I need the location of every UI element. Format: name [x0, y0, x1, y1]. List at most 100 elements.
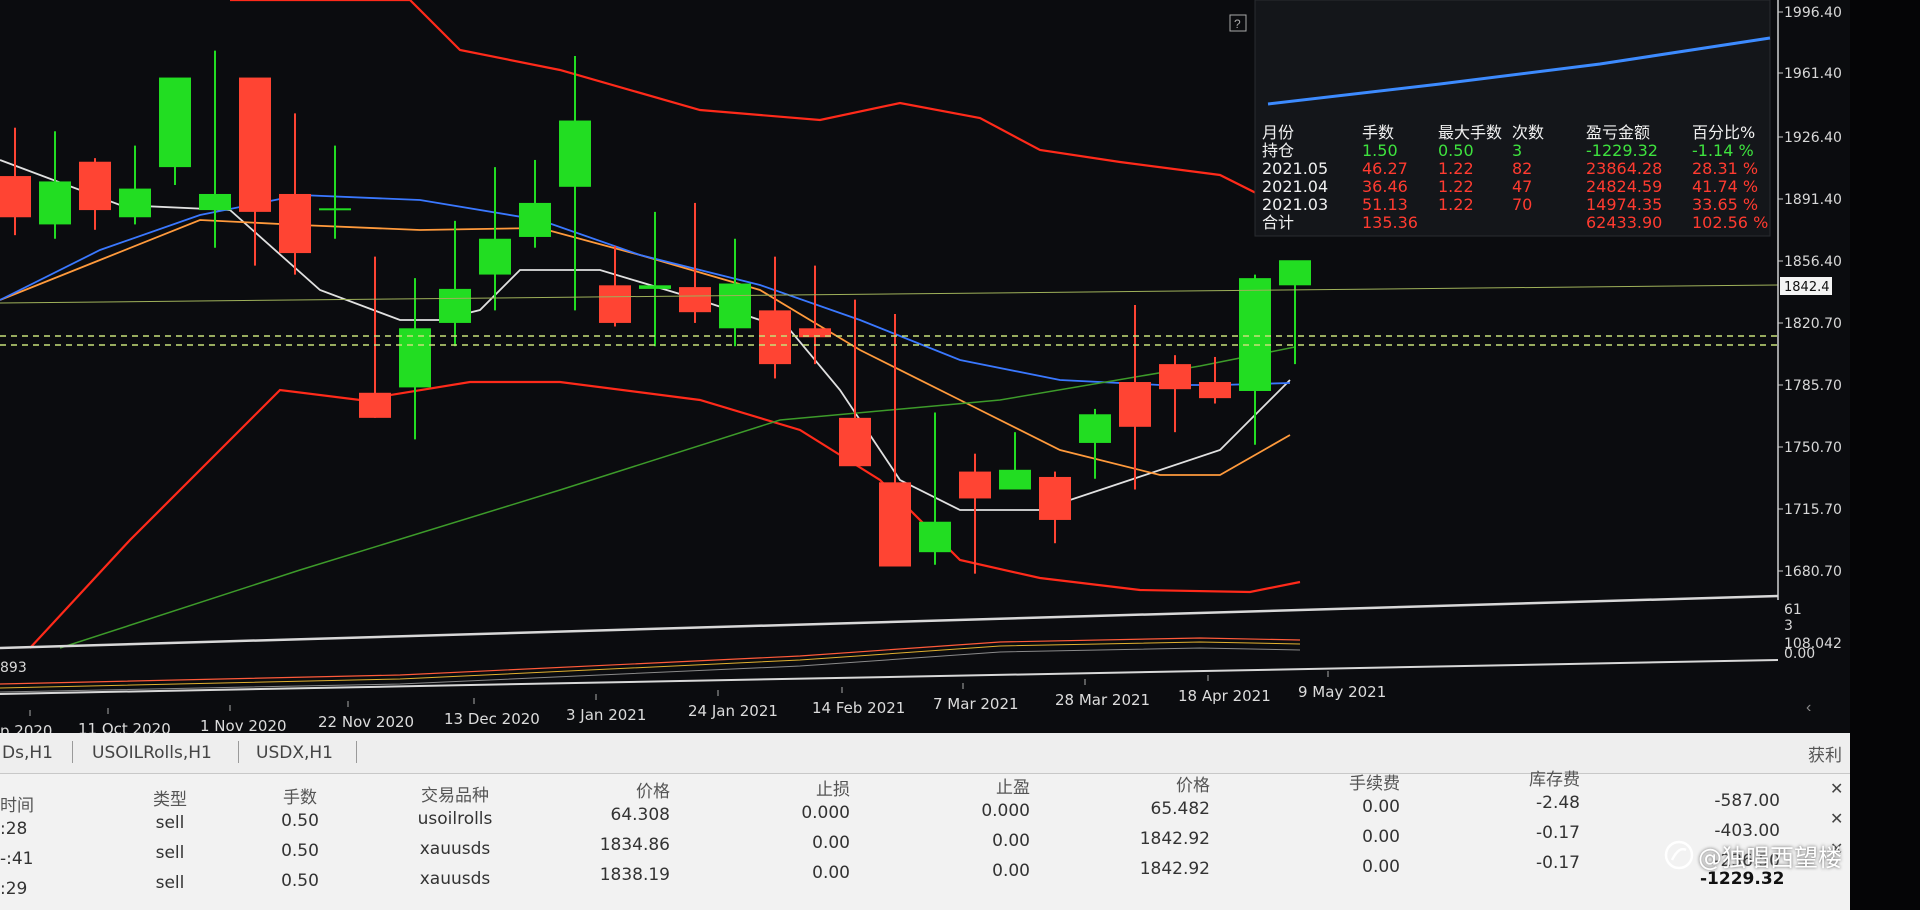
candle-body	[839, 417, 871, 467]
trade-cell-price2: 1842.92	[1139, 859, 1210, 879]
candle-body	[879, 482, 911, 567]
close-position-icon[interactable]: ✕	[1830, 779, 1843, 799]
trade-cell-lots: 0.50	[281, 871, 319, 891]
tab-xauusds[interactable]: Ds,H1	[2, 743, 53, 763]
trade-terminal[interactable]: Ds,H1 USOILRolls,H1 USDX,H1 获利 时间 类型 手数 交易品…	[0, 733, 1850, 910]
stats-header: 次数	[1512, 123, 1544, 142]
tab-usoilrolls[interactable]: USOILRolls,H1	[92, 743, 212, 763]
stats-cell: 33.65 %	[1692, 195, 1758, 214]
header-type[interactable]: 类型	[140, 785, 200, 810]
x-tick-label: 18 Apr 2021	[1178, 687, 1271, 705]
close-position-icon[interactable]: ✕	[1830, 809, 1843, 829]
header-profit[interactable]: 获利	[1808, 741, 1842, 766]
candle-body	[39, 181, 71, 225]
stats-header: 月份	[1262, 123, 1294, 142]
trade-cell-symbol: usoilrolls	[417, 809, 493, 829]
x-tick-label: 13 Dec 2020	[444, 710, 540, 728]
candle-body	[0, 176, 31, 218]
sub-axis-61: 61	[1784, 602, 1802, 618]
stats-cell: 36.46	[1362, 177, 1408, 196]
header-commission[interactable]: 手续费	[1290, 769, 1400, 794]
trade-cell-tp: 0.000	[981, 801, 1030, 821]
stats-cell: 51.13	[1362, 195, 1408, 214]
header-symbol[interactable]: 交易品种	[390, 781, 520, 806]
trade-cell-lots: 0.50	[281, 841, 319, 861]
trade-cell-commission: 0.00	[1362, 857, 1400, 877]
trade-cell-symbol: xauusds	[419, 839, 491, 859]
trade-cell-price: 64.308	[610, 805, 670, 825]
x-tick-label: 1 Nov 2020	[200, 717, 287, 733]
candle-body	[199, 193, 231, 211]
header-lots[interactable]: 手数	[270, 783, 330, 808]
statistics-panel: 月份 手数 最大手数 次数 盈亏金额 百分比% 持仓 1.50 0.50 3 -1229.32 -1.…	[1254, 0, 1771, 237]
trade-cell-price: 1838.19	[599, 865, 670, 885]
trade-cell-tp: 0.00	[992, 831, 1030, 851]
stats-header: 盈亏金额	[1586, 123, 1650, 142]
stats-cell: 1.50	[1362, 141, 1398, 160]
price-chart[interactable]: 1996.40 1961.40 1926.40 1891.40 1856.40 1820.…	[0, 0, 1920, 733]
trade-cell-time: -:41	[0, 849, 34, 869]
trade-cell-type: sell	[155, 873, 185, 893]
header-sl[interactable]: 止损	[740, 775, 850, 800]
header-tp[interactable]: 止盈	[920, 773, 1030, 798]
candle-body	[759, 310, 791, 365]
trade-cell-swap: -0.17	[1536, 853, 1580, 873]
trade-cell-commission: 0.00	[1362, 797, 1400, 817]
candle-body	[519, 202, 551, 237]
x-tick-label: 3 Jan 2021	[566, 706, 646, 724]
header-price2[interactable]: 价格	[1100, 771, 1210, 796]
y-tick-label: 1715.70	[1784, 502, 1842, 518]
stats-cell: 持仓	[1262, 141, 1294, 160]
trade-cell-lots: 0.50	[281, 811, 319, 831]
candle-body	[559, 120, 591, 187]
y-tick-label: 1785.70	[1784, 378, 1842, 394]
tab-usdx[interactable]: USDX,H1	[256, 743, 333, 763]
candle-body	[919, 521, 951, 553]
trade-cell-profit: -587.00	[1714, 791, 1780, 811]
trade-cell-commission: 0.00	[1362, 827, 1400, 847]
y-tick-label: 1961.40	[1784, 66, 1842, 82]
candle-body	[1279, 260, 1311, 286]
trade-cell-tp: 0.00	[992, 861, 1030, 881]
x-tick-label: 24 Jan 2021	[688, 702, 778, 720]
y-tick-label: 1680.70	[1784, 564, 1842, 580]
stats-cell: 102.56 %	[1692, 213, 1768, 232]
x-tick-label: 9 May 2021	[1298, 683, 1386, 701]
x-tick-label: 22 Nov 2020	[318, 713, 414, 731]
candle-body	[119, 188, 151, 218]
stats-cell: 1.22	[1438, 195, 1474, 214]
candle-body	[319, 208, 351, 211]
stats-cell: 41.74 %	[1692, 177, 1758, 196]
header-swap[interactable]: 库存费	[1470, 765, 1580, 790]
candle-body	[639, 285, 671, 289]
stats-cell: 3	[1512, 141, 1522, 160]
candle-body	[1239, 278, 1271, 391]
trade-cell-swap: -2.48	[1536, 793, 1580, 813]
candle-body	[359, 392, 391, 418]
stats-cell: 2021.05	[1262, 159, 1328, 178]
watermark-logo-icon	[1664, 840, 1694, 870]
candle-body	[599, 285, 631, 323]
x-tick-label: p 2020	[0, 722, 52, 733]
stats-cell: 合计	[1262, 213, 1294, 232]
header-time[interactable]: 时间	[0, 791, 60, 816]
sub-axis-zero: 0.00	[1784, 646, 1815, 662]
stats-cell: 135.36	[1362, 213, 1418, 232]
stats-cell: 1.22	[1438, 177, 1474, 196]
candle-body	[959, 471, 991, 499]
watermark-text: @独唱西望楼	[1698, 844, 1842, 872]
trade-cell-price2: 65.482	[1150, 799, 1210, 819]
stats-cell: 82	[1512, 159, 1532, 178]
trade-cell-time: :29	[0, 879, 28, 899]
header-price[interactable]: 价格	[560, 777, 670, 802]
svg-text:?: ?	[1234, 17, 1241, 31]
scroll-left-arrow[interactable]: ‹	[1806, 699, 1811, 716]
candle-body	[159, 77, 191, 168]
trade-cell-sl: 0.00	[812, 833, 850, 853]
trade-cell-time: :28	[0, 819, 28, 839]
stats-cell: 2021.03	[1262, 195, 1328, 214]
trade-cell-sl: 0.00	[812, 863, 850, 883]
candle-body	[999, 469, 1031, 490]
stats-cell: 23864.28	[1586, 159, 1662, 178]
trade-cell-swap: -0.17	[1536, 823, 1580, 843]
